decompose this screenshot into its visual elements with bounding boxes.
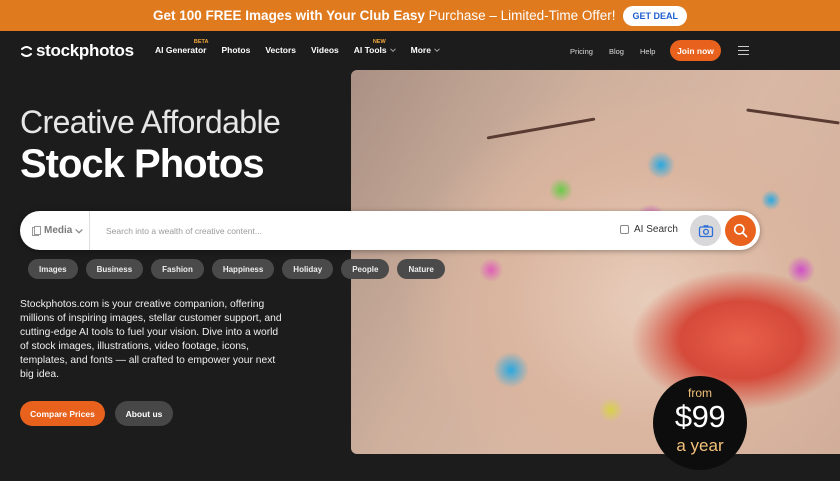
ai-search-toggle[interactable]: AI Search [620, 224, 678, 235]
camera-icon [698, 224, 713, 237]
promo-text: Get 100 FREE Images with Your Club Easy … [153, 8, 616, 23]
nav-photos[interactable]: Photos [222, 45, 251, 55]
compare-prices-button[interactable]: Compare Prices [20, 401, 105, 426]
new-badge: NEW [372, 39, 386, 45]
search-bar: Media AI Search [20, 211, 760, 250]
get-deal-button[interactable]: GET DEAL [623, 5, 687, 26]
main-menu: AI Generator BETA Photos Vectors Videos … [155, 39, 440, 55]
price-from: from [688, 386, 712, 400]
search-input[interactable] [100, 211, 600, 250]
nav-pricing[interactable]: Pricing [570, 47, 593, 56]
chip-fashion[interactable]: Fashion [151, 259, 204, 279]
media-label: Media [44, 225, 73, 236]
ai-search-label: AI Search [634, 224, 678, 235]
eyelid-left [486, 117, 596, 140]
category-chips: Images Business Fashion Happiness Holida… [28, 259, 445, 279]
price-amount: $99 [674, 399, 726, 434]
chevron-down-icon [434, 48, 440, 53]
nav-ai-generator[interactable]: AI Generator BETA [155, 39, 209, 55]
chevron-down-icon [389, 48, 396, 53]
price-badge[interactable]: from $99 a year [653, 376, 747, 470]
hero-description: Stockphotos.com is your creative compani… [20, 299, 282, 380]
headline-bold: Stock Photos [20, 142, 265, 186]
logo-text: stockphotos [36, 41, 134, 60]
nav-blog[interactable]: Blog [609, 47, 624, 56]
nav-help[interactable]: Help [640, 47, 655, 56]
logo[interactable]: stockphotos [20, 41, 134, 61]
logo-icon [21, 45, 32, 57]
file-icon [32, 225, 41, 236]
beta-badge: BETA [193, 39, 209, 45]
nav-ai-tools[interactable]: AI Tools NEW [354, 39, 396, 55]
search-button[interactable] [725, 215, 756, 246]
promo-banner: Get 100 FREE Images with Your Club Easy … [0, 0, 840, 31]
chevron-down-icon [75, 228, 84, 234]
secondary-links: Pricing Blog Help [570, 47, 655, 56]
chip-images[interactable]: Images [28, 259, 78, 279]
media-dropdown[interactable]: Media [28, 211, 90, 250]
chip-business[interactable]: Business [85, 259, 144, 279]
visual-search-button[interactable] [690, 215, 721, 246]
join-now-button[interactable]: Join now [670, 40, 721, 61]
eyelid-right [746, 108, 840, 125]
chip-happiness[interactable]: Happiness [211, 259, 275, 279]
nav-more[interactable]: More [411, 45, 440, 55]
hamburger-menu-icon[interactable] [738, 46, 749, 55]
price-period: a year [676, 436, 724, 455]
chip-people[interactable]: People [341, 259, 390, 279]
headline-light: Creative Affordable [20, 104, 281, 140]
ai-search-checkbox[interactable] [620, 225, 629, 234]
nav-vectors[interactable]: Vectors [265, 45, 296, 55]
nav-videos[interactable]: Videos [311, 45, 339, 55]
chip-holiday[interactable]: Holiday [282, 259, 334, 279]
search-icon [733, 223, 748, 238]
chip-nature[interactable]: Nature [397, 259, 445, 279]
about-us-button[interactable]: About us [115, 401, 173, 426]
